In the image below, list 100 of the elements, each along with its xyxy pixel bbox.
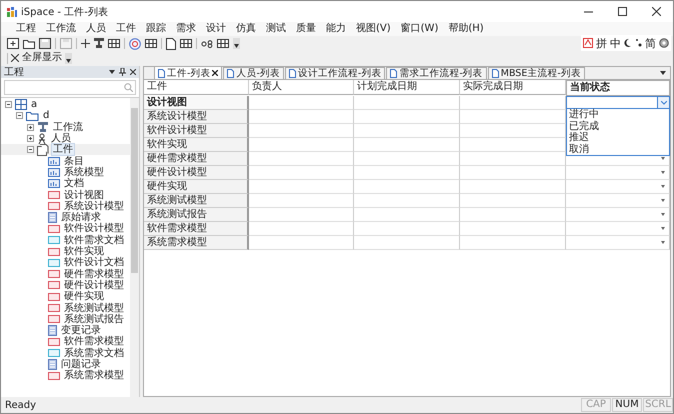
tree-item[interactable]: 软件需求文档 — [62, 234, 126, 247]
scrollbar[interactable] — [130, 98, 139, 397]
table-cell[interactable] — [566, 222, 670, 236]
table-cell[interactable] — [460, 236, 566, 250]
tree-item[interactable]: 系统需求模型 — [62, 369, 126, 382]
menu-item[interactable]: 能力 — [321, 22, 351, 36]
tree-item[interactable]: 问题记录 — [59, 358, 103, 371]
tree-item[interactable]: 系统需求文档 — [62, 346, 126, 360]
moon-icon[interactable] — [624, 38, 632, 48]
table-cell[interactable] — [249, 110, 354, 124]
toolbar-overflow-button[interactable] — [233, 38, 240, 49]
menu-item[interactable]: 窗口(W) — [396, 22, 444, 36]
expander-icon[interactable] — [26, 124, 35, 131]
table-cell[interactable] — [460, 152, 566, 166]
column-header[interactable]: 计划完成日期 — [354, 80, 460, 95]
tree-item[interactable]: 硬件实现 — [62, 290, 106, 304]
table-cell[interactable] — [566, 180, 670, 194]
table-cell[interactable] — [460, 166, 566, 180]
dropdown-icon[interactable] — [660, 71, 666, 75]
table-icon[interactable] — [108, 39, 120, 48]
table-cell[interactable] — [354, 166, 460, 180]
expander-icon[interactable] — [26, 135, 35, 142]
table-cell[interactable] — [354, 124, 460, 138]
column-header[interactable]: 实际完成日期 — [460, 80, 566, 95]
tree-item[interactable]: 软件设计文档 — [62, 256, 126, 270]
tree-item[interactable]: 系统测试模型 — [62, 302, 126, 314]
dropdown-option[interactable]: 取消 — [567, 144, 669, 155]
dropdown-option[interactable]: 已完成 — [567, 120, 669, 132]
tree-item[interactable]: 人员 — [49, 132, 73, 146]
link-icon[interactable] — [201, 40, 213, 48]
save-icon[interactable] — [39, 38, 51, 49]
table-icon[interactable] — [145, 39, 157, 48]
row-header[interactable]: 硬件设计模型 — [144, 166, 249, 180]
table-cell[interactable] — [354, 180, 460, 194]
document-icon[interactable] — [166, 38, 176, 50]
dropdown-icon[interactable] — [109, 70, 115, 74]
row-header[interactable]: 系统需求模型 — [144, 236, 249, 250]
column-header[interactable]: 负责人 — [249, 80, 354, 95]
row-header[interactable]: 系统测试模型 — [144, 194, 249, 208]
dropdown-arrow-icon[interactable] — [661, 185, 665, 188]
row-header[interactable]: 系统测试报告 — [144, 208, 249, 222]
pin-icon[interactable] — [119, 68, 126, 76]
table-cell[interactable] — [249, 138, 354, 152]
close-icon[interactable] — [212, 70, 218, 76]
fullscreen-button[interactable]: 全屏显示 — [11, 52, 62, 64]
menu-item[interactable]: 跟踪 — [141, 22, 171, 36]
folder-icon[interactable] — [23, 38, 35, 49]
menu-item[interactable]: 帮助(H) — [443, 22, 489, 36]
tree-item[interactable]: 条目 — [62, 154, 86, 168]
table-cell[interactable] — [460, 180, 566, 194]
column-header[interactable]: 工件 — [144, 80, 249, 95]
tab[interactable]: 设计工作流程-列表 — [284, 67, 386, 79]
table-cell[interactable] — [566, 208, 670, 222]
tab[interactable]: 工件-列表 — [154, 66, 222, 79]
tab[interactable]: 需求工作流程-列表 — [386, 67, 487, 79]
expander-icon[interactable] — [15, 112, 24, 120]
tree-item[interactable]: 硬件设计模型 — [62, 278, 126, 292]
table-cell[interactable] — [249, 208, 354, 222]
table-cell[interactable] — [460, 208, 566, 222]
target-icon[interactable] — [129, 38, 141, 50]
table-cell[interactable] — [249, 222, 354, 236]
new-icon[interactable] — [7, 38, 19, 49]
menu-item[interactable]: 工件 — [111, 22, 141, 36]
menu-item[interactable]: 工作流 — [41, 22, 81, 36]
tab[interactable]: 人员-列表 — [223, 67, 284, 79]
table-cell[interactable] — [249, 96, 354, 110]
search-field[interactable] — [4, 80, 136, 95]
toolbar-overflow-button[interactable] — [65, 52, 72, 64]
menu-item[interactable]: 设计 — [201, 22, 231, 36]
dropdown-arrow-icon[interactable] — [661, 199, 665, 202]
table-cell[interactable] — [249, 152, 354, 166]
tree-item[interactable]: 软件需求模型 — [62, 335, 126, 348]
tree-item[interactable]: d — [41, 109, 52, 122]
tree-item[interactable]: a — [29, 98, 40, 112]
expander-icon[interactable] — [4, 101, 13, 108]
table-cell[interactable] — [354, 236, 460, 250]
tree-item[interactable]: 系统模型 — [62, 166, 106, 179]
table-cell[interactable] — [354, 152, 460, 166]
tree-item[interactable]: 硬件需求模型 — [62, 268, 126, 281]
dropdown-arrow-icon[interactable] — [661, 227, 665, 230]
tree-item[interactable]: 工件 — [51, 143, 75, 156]
tree-item[interactable]: 文档 — [62, 177, 86, 190]
row-header[interactable]: 软件实现 — [144, 138, 249, 152]
dropdown-arrow-icon[interactable] — [661, 213, 665, 216]
menu-item[interactable]: 质量 — [291, 22, 321, 36]
row-header[interactable]: 软件需求模型 — [144, 222, 249, 236]
table-icon[interactable] — [180, 39, 192, 48]
menu-item[interactable]: 需求 — [171, 22, 201, 36]
punctuation-icon[interactable] — [635, 38, 642, 48]
table-cell[interactable] — [460, 194, 566, 208]
dropdown-arrow-icon[interactable] — [661, 157, 665, 160]
table-cell[interactable] — [354, 222, 460, 236]
tree-item[interactable]: 系统设计模型 — [62, 200, 126, 213]
tab[interactable]: MBSE主流程-列表 — [488, 67, 585, 79]
table-cell[interactable] — [249, 194, 354, 208]
table-cell[interactable] — [354, 96, 460, 110]
menu-item[interactable]: 视图(V) — [351, 22, 396, 36]
status-dropdown[interactable] — [566, 96, 670, 109]
row-header[interactable]: 设计视图 — [144, 96, 249, 110]
menu-item[interactable]: 人员 — [81, 22, 111, 36]
